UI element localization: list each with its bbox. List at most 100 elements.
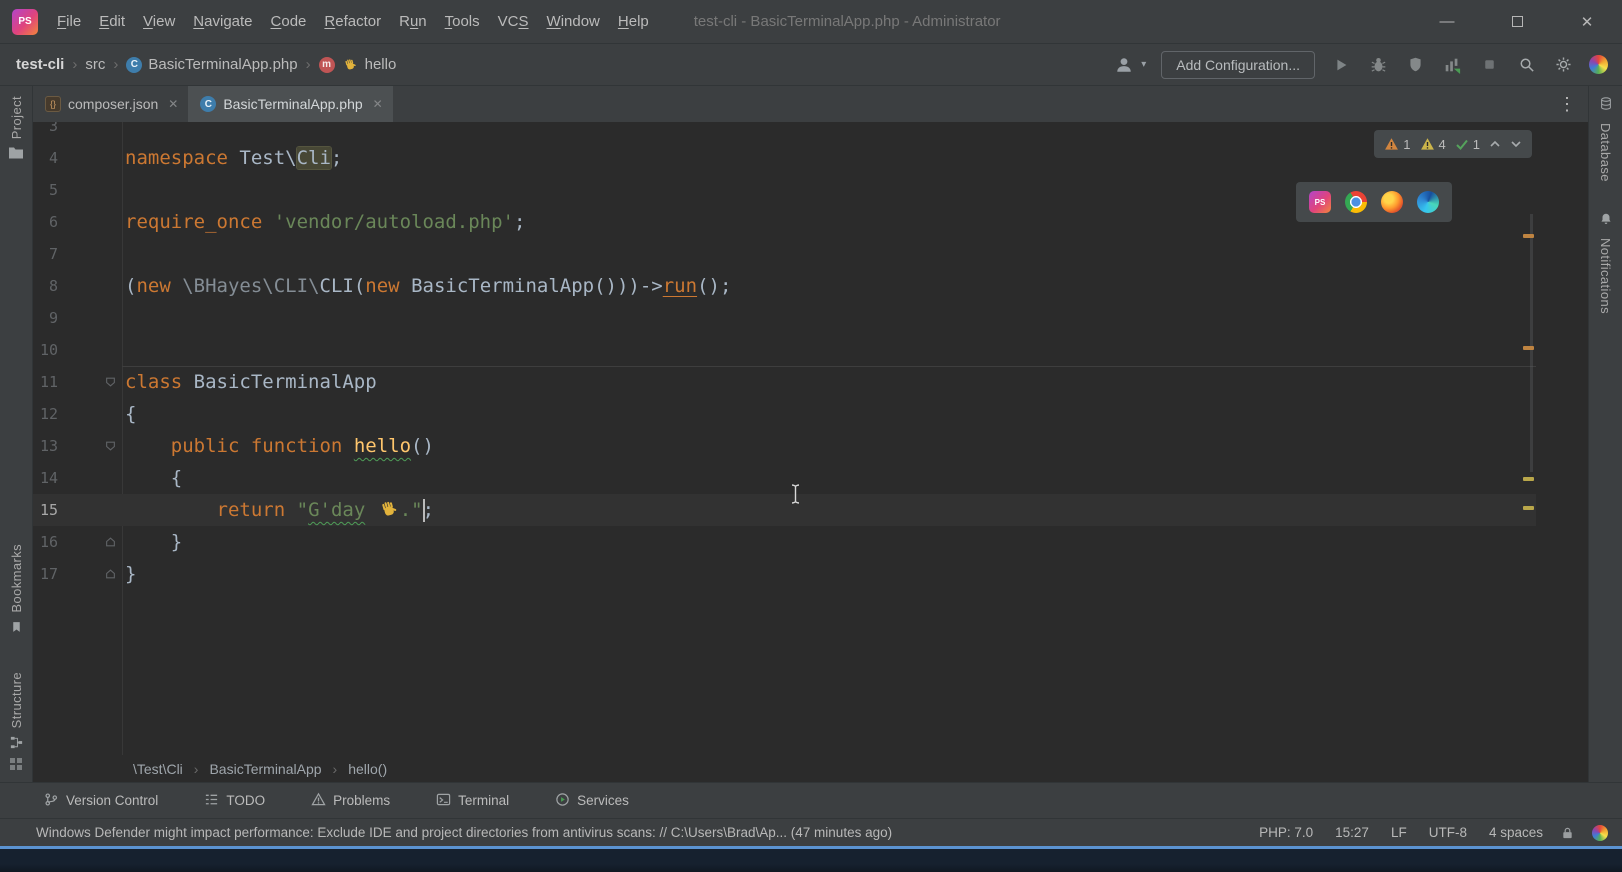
code-line-3[interactable]: 3	[33, 122, 1536, 142]
menu-vcs[interactable]: VCS	[489, 0, 538, 44]
bottom-tool-window-bar: Version Control TODO Problems Terminal Servi…	[0, 782, 1622, 818]
weak-warning-count: 4	[1438, 136, 1446, 152]
code-token: Cli	[296, 147, 331, 169]
menu-refactor[interactable]: Refactor	[315, 0, 390, 44]
tool-button-problems[interactable]: Problems	[311, 792, 390, 810]
inspection-ok[interactable]: 1	[1455, 137, 1480, 152]
tool-window-button-database[interactable]: Database	[1589, 96, 1622, 182]
breadcrumb-label: BasicTerminalApp.php	[148, 56, 298, 73]
status-message[interactable]: Windows Defender might impact performanc…	[36, 825, 1237, 840]
chevron-right-icon: ›	[193, 760, 199, 777]
code-line-12[interactable]: 12 {	[33, 398, 1536, 430]
inspection-warnings[interactable]: 1	[1384, 137, 1411, 152]
chevron-down-icon[interactable]: ▾	[1141, 59, 1146, 70]
code-line-15[interactable]: 15 return "G'day .";	[33, 494, 1536, 526]
editor-scrollbar[interactable]	[1530, 214, 1533, 472]
encoding-widget[interactable]: UTF-8	[1429, 825, 1467, 840]
code-line-17[interactable]: 17}	[33, 558, 1536, 590]
warning-icon	[1385, 138, 1399, 150]
menu-navigate[interactable]: Navigate	[184, 0, 261, 44]
lock-icon[interactable]	[1561, 826, 1574, 840]
firefox-icon[interactable]	[1381, 191, 1403, 213]
fold-marker-icon[interactable]	[58, 526, 122, 558]
tool-window-button-structure[interactable]: Structure	[0, 672, 32, 755]
code-line-13[interactable]: 13 public function hello()	[33, 430, 1536, 462]
code-line-9[interactable]: 9	[33, 302, 1536, 334]
breadcrumb-basicterminalapp-php[interactable]: C BasicTerminalApp.php	[126, 56, 298, 73]
fold-marker-icon[interactable]	[58, 366, 122, 398]
breadcrumb-src[interactable]: src	[85, 56, 105, 73]
coverage-button[interactable]	[1404, 54, 1426, 76]
colorful-circle-icon[interactable]	[1589, 55, 1608, 74]
line-ending-widget[interactable]: LF	[1391, 825, 1407, 840]
close-button[interactable]: ✕	[1552, 0, 1622, 44]
error-strip-mark[interactable]	[1523, 506, 1534, 510]
code-line-4[interactable]: 4 namespace Test\Cli;	[33, 142, 1536, 174]
phpstorm-browser-icon[interactable]: PS	[1309, 191, 1331, 213]
tool-button-todo[interactable]: TODO	[204, 792, 265, 810]
menu-view[interactable]: View	[134, 0, 184, 44]
code-line-14[interactable]: 14 {	[33, 462, 1536, 494]
editor-breadcrumb-1[interactable]: BasicTerminalApp	[209, 761, 321, 777]
inspection-weak-warnings[interactable]: 4	[1420, 137, 1446, 152]
menu-edit[interactable]: Edit	[90, 0, 134, 44]
tab-options-kebab-icon[interactable]: ⋮	[1546, 86, 1588, 122]
close-tab-icon[interactable]: ✕	[373, 97, 383, 111]
editor-breadcrumb-2[interactable]: hello()	[348, 761, 387, 777]
debug-button[interactable]	[1367, 54, 1389, 76]
tool-window-button-bookmarks[interactable]: Bookmarks	[0, 544, 32, 639]
inspections-widget[interactable]: 1 4 1	[1374, 130, 1532, 158]
colorful-status-icon[interactable]	[1592, 824, 1608, 841]
code-line-11[interactable]: 11 class BasicTerminalApp	[33, 366, 1536, 398]
error-strip-mark[interactable]	[1523, 234, 1534, 238]
close-tab-icon[interactable]: ✕	[168, 97, 178, 111]
settings-gear-icon[interactable]	[1552, 54, 1574, 76]
menu-tools[interactable]: Tools	[436, 0, 489, 44]
error-strip-mark[interactable]	[1523, 477, 1534, 481]
breadcrumb-hello[interactable]: m hello	[318, 56, 396, 73]
error-strip-mark[interactable]	[1523, 346, 1534, 350]
code-line-10[interactable]: 10	[33, 334, 1536, 366]
menu-help[interactable]: Help	[609, 0, 658, 44]
tool-button-services[interactable]: Services	[555, 792, 629, 810]
code-text: (new \BHayes\CLI\CLI(new BasicTerminalAp…	[122, 270, 731, 302]
tool-window-button-project[interactable]: Project	[0, 96, 32, 165]
tab-basicterminalapp-php[interactable]: C BasicTerminalApp.php ✕	[188, 86, 393, 122]
tool-windows-grid-icon[interactable]	[9, 757, 23, 776]
chrome-icon[interactable]	[1345, 191, 1367, 213]
code-line-8[interactable]: 8 (new \BHayes\CLI\CLI(new BasicTerminalA…	[33, 270, 1536, 302]
run-button[interactable]	[1330, 54, 1352, 76]
fold-marker-icon[interactable]	[58, 430, 122, 462]
next-problem-icon[interactable]	[1510, 138, 1522, 150]
add-configuration-button[interactable]: Add Configuration...	[1161, 50, 1315, 79]
editor-breadcrumb-0[interactable]: \Test\Cli	[133, 761, 183, 777]
code-line-7[interactable]: 7	[33, 238, 1536, 270]
caret-position-widget[interactable]: 15:27	[1335, 825, 1369, 840]
maximize-button[interactable]	[1482, 0, 1552, 44]
menu-file[interactable]: File	[48, 0, 90, 44]
breadcrumb-test-cli[interactable]: test-cli	[16, 56, 64, 73]
line-number: 12	[39, 405, 58, 423]
code-text: public function hello()	[122, 430, 434, 462]
edge-icon[interactable]	[1417, 191, 1439, 213]
stop-button[interactable]	[1478, 54, 1500, 76]
prev-problem-icon[interactable]	[1489, 138, 1501, 150]
php-version-widget[interactable]: PHP: 7.0	[1259, 825, 1313, 840]
tool-button-version-control[interactable]: Version Control	[44, 792, 158, 810]
search-everywhere-button[interactable]	[1515, 54, 1537, 76]
user-avatar-icon[interactable]	[1113, 54, 1135, 76]
notifications-icon	[1599, 212, 1613, 231]
tool-window-button-notifications[interactable]: Notifications	[1589, 212, 1622, 314]
fold-marker-icon[interactable]	[58, 558, 122, 590]
indent-widget[interactable]: 4 spaces	[1489, 825, 1543, 840]
code-line-16[interactable]: 16 }	[33, 526, 1536, 558]
editor[interactable]: 3 4 namespace Test\Cli; 5 6 require_once 'ven…	[33, 122, 1588, 755]
menu-run[interactable]: Run	[390, 0, 436, 44]
profiler-button[interactable]	[1441, 54, 1463, 76]
menu-window[interactable]: Window	[538, 0, 609, 44]
tool-button-terminal[interactable]: Terminal	[436, 792, 509, 810]
menu-code[interactable]: Code	[262, 0, 316, 44]
minimize-button[interactable]: —	[1412, 0, 1482, 44]
tab-composer-json[interactable]: {} composer.json ✕	[33, 86, 188, 122]
